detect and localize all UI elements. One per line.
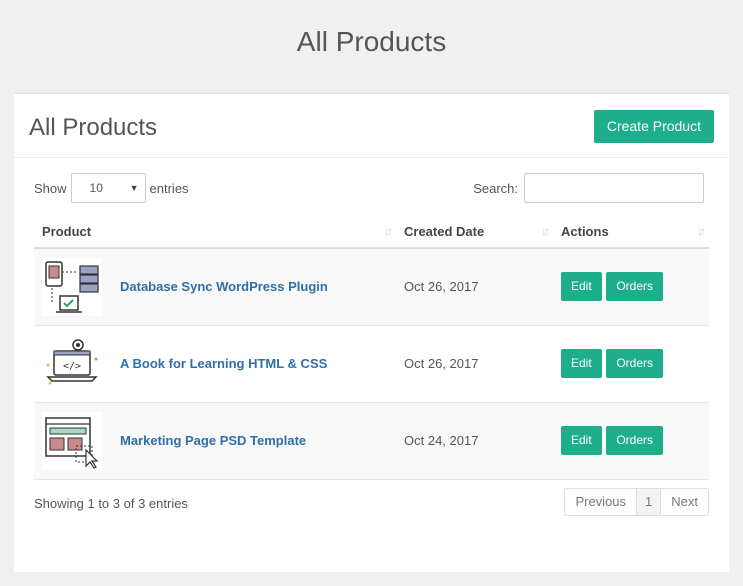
products-table: Product ↓↑ Created Date ↓↑ Actions ↓↑ Da…: [34, 215, 709, 480]
chevron-down-icon: ▼: [129, 183, 139, 193]
search-box: Search:: [473, 173, 704, 203]
web-template-icon: [42, 411, 102, 470]
card-header: All Products Create Product: [14, 94, 729, 158]
show-label: Show: [34, 180, 67, 196]
edit-button[interactable]: Edit: [561, 426, 602, 455]
search-input[interactable]: [524, 173, 704, 203]
edit-button[interactable]: Edit: [561, 272, 602, 302]
column-header-created-date[interactable]: Created Date ↓↑: [396, 215, 553, 249]
table-row: Marketing Page PSD Template Oct 24, 2017…: [34, 402, 709, 479]
sort-icon: ↓↑: [541, 224, 550, 238]
page-title: All Products: [296, 26, 447, 57]
header-label: Product: [42, 223, 92, 239]
search-label: Search:: [473, 180, 518, 196]
orders-button[interactable]: Orders: [606, 349, 663, 378]
product-name-link[interactable]: Marketing Page PSD Template: [120, 433, 306, 448]
create-product-button[interactable]: Create Product: [593, 110, 714, 143]
column-header-product[interactable]: Product ↓↑: [34, 215, 396, 249]
database-sync-icon: [42, 257, 102, 316]
sort-icon: ↓↑: [384, 224, 393, 238]
previous-button[interactable]: Previous: [565, 489, 636, 515]
created-date: Oct 26, 2017: [404, 356, 479, 371]
entries-select[interactable]: 10 ▼: [70, 173, 146, 203]
product-name-link[interactable]: Database Sync WordPress Plugin: [120, 279, 328, 294]
svg-text:</>: </>: [63, 361, 81, 372]
entries-label: entries: [149, 180, 189, 196]
orders-button[interactable]: Orders: [606, 426, 663, 455]
next-button[interactable]: Next: [660, 489, 708, 515]
table-controls: Show 10 ▼ entries Search:: [34, 173, 709, 205]
page-1-button[interactable]: 1: [636, 489, 661, 515]
header-label: Actions: [561, 223, 609, 239]
entries-length: Show 10 ▼ entries: [34, 173, 189, 203]
code-laptop-icon: </>: [42, 334, 102, 393]
column-header-actions[interactable]: Actions ↓↑: [553, 215, 709, 249]
created-date: Oct 24, 2017: [404, 433, 479, 448]
card-title: All Products: [29, 114, 158, 141]
table-info: Showing 1 to 3 of 3 entries: [34, 496, 188, 511]
sort-icon: ↓↑: [697, 224, 706, 238]
table-row: Database Sync WordPress Plugin Oct 26, 2…: [34, 248, 709, 325]
created-date: Oct 26, 2017: [404, 279, 479, 295]
orders-button[interactable]: Orders: [606, 272, 663, 302]
table-row: </> A Book for Learning HTML & CSS Oct 2…: [34, 325, 709, 402]
products-card: All Products Create Product Show 10 ▼ en…: [14, 93, 729, 572]
edit-button[interactable]: Edit: [561, 349, 602, 378]
header-label: Created Date: [404, 223, 485, 239]
pagination: Previous 1 Next: [564, 488, 709, 516]
entries-value: 10: [89, 181, 103, 195]
product-name-link[interactable]: A Book for Learning HTML & CSS: [120, 356, 327, 371]
